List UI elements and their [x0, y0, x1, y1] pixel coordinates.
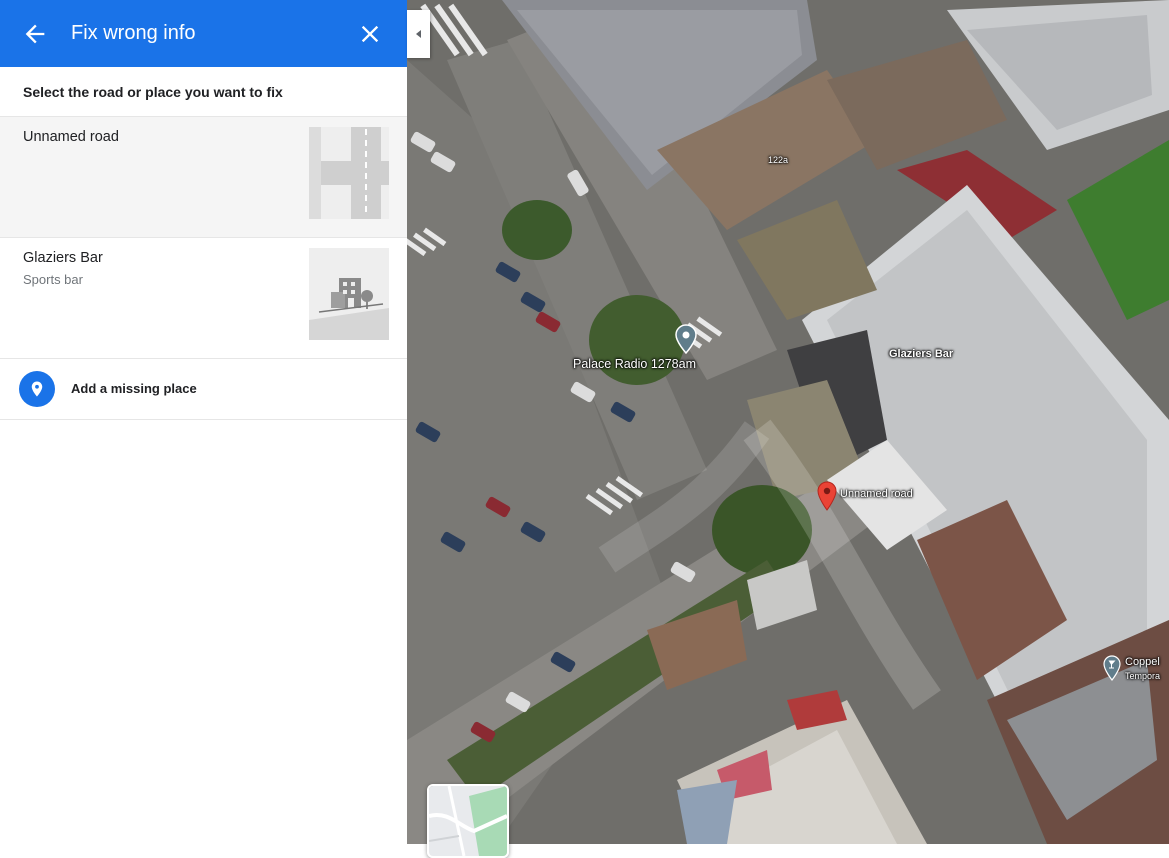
option-title: Unnamed road	[23, 129, 119, 145]
arrow-back-icon[interactable]	[21, 20, 49, 48]
building-icon	[309, 248, 389, 340]
satellite-map[interactable]: Palace Radio 1278am Glaziers Bar Unnamed…	[407, 0, 1169, 844]
map-label-coppell-sub: Tempora	[1125, 671, 1161, 681]
location-pin-icon	[19, 371, 55, 407]
map-layer-toggle[interactable]	[427, 784, 509, 858]
close-icon[interactable]	[356, 20, 384, 48]
place-pin-icon[interactable]	[675, 324, 697, 354]
map-label-address: 122a	[768, 155, 789, 165]
selected-location-pin-icon[interactable]	[817, 481, 837, 511]
fix-info-panel: Fix wrong info Select the road or place …	[0, 0, 407, 844]
map-label-palace-radio[interactable]: Palace Radio 1278am	[573, 357, 696, 371]
map-label-glaziers-bar[interactable]: Glaziers Bar	[889, 348, 953, 360]
add-missing-place[interactable]: Add a missing place	[0, 359, 407, 420]
bar-pin-icon[interactable]	[1103, 655, 1121, 681]
satellite-imagery	[407, 0, 1169, 844]
section-heading: Select the road or place you want to fix	[0, 67, 407, 117]
panel-header: Fix wrong info	[0, 0, 407, 67]
map-label-unnamed-road[interactable]: Unnamed road	[840, 488, 913, 500]
map-layer-thumbnail-icon	[429, 786, 507, 856]
option-subtitle: Sports bar	[23, 272, 83, 287]
option-unnamed-road[interactable]: Unnamed road	[0, 117, 407, 238]
panel-title: Fix wrong info	[71, 22, 196, 44]
map-label-coppell[interactable]: Coppel	[1125, 656, 1160, 668]
collapse-panel-button[interactable]	[407, 10, 430, 58]
option-glaziers-bar[interactable]: Glaziers Bar Sports bar	[0, 238, 407, 359]
option-title: Glaziers Bar	[23, 250, 103, 266]
road-icon	[309, 127, 389, 219]
add-missing-place-label: Add a missing place	[71, 381, 197, 396]
chevron-left-icon	[415, 30, 421, 38]
